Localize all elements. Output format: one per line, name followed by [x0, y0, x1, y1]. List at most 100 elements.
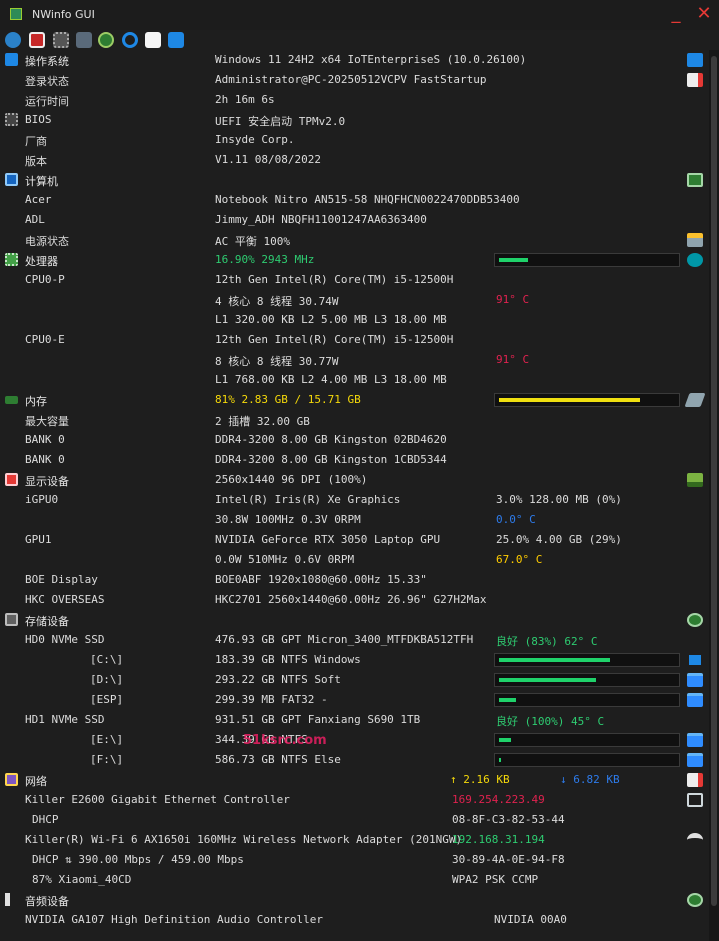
- memory-max-row[interactable]: 最大容量 2 插槽 32.00 GB: [0, 410, 719, 430]
- vendor-label: 厂商: [25, 135, 47, 148]
- display-row[interactable]: 显示设备 2560x1440 96 DPI (100%): [0, 470, 719, 490]
- monitor1-row[interactable]: BOE Display BOE0ABF 1920x1080@60.00Hz 15…: [0, 570, 719, 590]
- folder-icon[interactable]: [687, 673, 703, 687]
- chip-icon: [5, 113, 18, 126]
- network-card-icon[interactable]: [76, 32, 92, 48]
- memory-max-value: 2 插槽 32.00 GB: [215, 415, 310, 428]
- display-label: 显示设备: [25, 475, 69, 488]
- motherboard-icon[interactable]: [687, 173, 703, 187]
- power-value: AC 平衡 100%: [215, 235, 290, 248]
- clipboard-icon[interactable]: [145, 32, 161, 48]
- ethernet-dhcp-row[interactable]: DHCP 08-8F-C3-82-53-44: [0, 810, 719, 830]
- bank-row[interactable]: BANK 0 DDR4-3200 8.00 GB Kingston 02BD46…: [0, 430, 719, 450]
- network-row[interactable]: 网络 ↑ 2.16 KB ↓ 6.82 KB: [0, 770, 719, 790]
- gpu1-label: GPU1: [25, 533, 52, 546]
- info-icon[interactable]: [687, 53, 703, 67]
- igpu-row[interactable]: iGPU0 Intel(R) Iris(R) Xe Graphics 3.0% …: [0, 490, 719, 510]
- gpu1-power-row[interactable]: 0.0W 510MHz 0.6V 0RPM 67.0° C: [0, 550, 719, 570]
- cpu-p-row[interactable]: CPU0-P 12th Gen Intel(R) Core(TM) i5-125…: [0, 270, 719, 290]
- speaker-icon: [5, 893, 18, 906]
- volume-d-row[interactable]: [D:\] 293.22 GB NTFS Soft: [0, 670, 719, 690]
- computer-row[interactable]: 计算机: [0, 170, 719, 190]
- version-value: V1.11 08/08/2022: [215, 153, 321, 166]
- igpu-power-row[interactable]: 30.8W 100MHz 0.3V 0RPM 0.0° C: [0, 510, 719, 530]
- login-row[interactable]: 登录状态 Administrator@PC-20250512VCPV FastS…: [0, 70, 719, 90]
- gear-icon[interactable]: [687, 893, 703, 907]
- volume-c-value: 183.39 GB NTFS Windows: [215, 653, 361, 666]
- volume-f-row[interactable]: [F:\] 586.73 GB NTFS Else: [0, 750, 719, 770]
- os-label: 操作系统: [25, 55, 69, 68]
- volume-esp-value: 299.39 MB FAT32 -: [215, 693, 328, 706]
- cpu-e-cores-row[interactable]: 8 核心 8 线程 30.77W 91° C: [0, 350, 719, 370]
- hd1-label: HD1 NVMe SSD: [25, 713, 105, 726]
- wifi-ssid-row[interactable]: 87% Xiaomi_40CD WPA2 PSK CCMP: [0, 870, 719, 890]
- info-icon[interactable]: [168, 32, 184, 48]
- volume-c-row[interactable]: [C:\] 183.39 GB NTFS Windows: [0, 650, 719, 670]
- bios-row[interactable]: BIOS UEFI 安全启动 TPMv2.0: [0, 110, 719, 130]
- wifi-ssid: 87% Xiaomi_40CD: [32, 873, 132, 886]
- vendor-row[interactable]: 厂商 Insyde Corp.: [0, 130, 719, 150]
- monitor2-row[interactable]: HKC OVERSEAS HKC2701 2560x1440@60.00Hz 2…: [0, 590, 719, 610]
- gear-icon[interactable]: [98, 32, 114, 48]
- cpu-e-row[interactable]: CPU0-E 12th Gen Intel(R) Core(TM) i5-125…: [0, 330, 719, 350]
- wifi-icon[interactable]: [687, 833, 703, 847]
- memory-row[interactable]: 内存 81% 2.83 GB / 15.71 GB: [0, 390, 719, 410]
- cpu-e-cache-row[interactable]: L1 768.00 KB L2 4.00 MB L3 18.00 MB: [0, 370, 719, 390]
- volume-e-row[interactable]: [E:\] 344.39 GB NTFS: [0, 730, 719, 750]
- version-row[interactable]: 版本 V1.11 08/08/2022: [0, 150, 719, 170]
- globe-icon[interactable]: [5, 32, 21, 48]
- gear-icon[interactable]: [687, 613, 703, 627]
- user-block-icon[interactable]: [687, 73, 703, 87]
- power-row[interactable]: 电源状态 AC 平衡 100%: [0, 230, 719, 250]
- os-row[interactable]: 操作系统 Windows 11 24H2 x64 IoTEnterpriseS …: [0, 50, 719, 70]
- battery-icon[interactable]: [687, 233, 703, 247]
- speedometer-icon[interactable]: [687, 253, 703, 267]
- ethernet-row[interactable]: Killer E2600 Gigabit Ethernet Controller…: [0, 790, 719, 810]
- acer-label: Acer: [25, 193, 52, 206]
- volume-esp-row[interactable]: [ESP] 299.39 MB FAT32 -: [0, 690, 719, 710]
- wifi-row[interactable]: Killer(R) Wi-Fi 6 AX1650i 160MHz Wireles…: [0, 830, 719, 850]
- windows-icon[interactable]: [687, 653, 703, 667]
- hd0-row[interactable]: HD0 NVMe SSD 476.93 GB GPT Micron_3400_M…: [0, 630, 719, 650]
- close-button[interactable]: ✕: [693, 3, 715, 25]
- adl-row[interactable]: ADL Jimmy_ADH NBQFH11001247AA6363400: [0, 210, 719, 230]
- memory-value: 81% 2.83 GB / 15.71 GB: [215, 393, 361, 406]
- wifi-dhcp-label: DHCP ⇅ 390.00 Mbps / 459.00 Mbps: [32, 853, 244, 866]
- minimize-button[interactable]: _: [665, 3, 687, 25]
- cpu-p-temp: 91° C: [496, 293, 530, 306]
- cpu-e-cores: 8 核心 8 线程 30.77W: [215, 355, 339, 368]
- red-chip-icon[interactable]: [29, 32, 45, 48]
- igpu-label: iGPU0: [25, 493, 59, 506]
- uptime-row[interactable]: 运行时间 2h 16m 6s: [0, 90, 719, 110]
- folder-icon[interactable]: [687, 693, 703, 707]
- audio-device-row[interactable]: NVIDIA GA107 High Definition Audio Contr…: [0, 910, 719, 930]
- chip-icon[interactable]: [53, 32, 69, 48]
- scrollbar[interactable]: [709, 50, 719, 941]
- volume-d-value: 293.22 GB NTFS Soft: [215, 673, 341, 686]
- bank-row[interactable]: BANK 0 DDR4-3200 8.00 GB Kingston 1CBD53…: [0, 450, 719, 470]
- refresh-icon[interactable]: [122, 32, 138, 48]
- bios-value: UEFI 安全启动 TPMv2.0: [215, 115, 346, 128]
- bios-label: BIOS: [25, 113, 52, 126]
- monitor-icon[interactable]: [687, 793, 703, 807]
- cpu-e-cache: L1 768.00 KB L2 4.00 MB L3 18.00 MB: [215, 373, 447, 386]
- cpu-p-cores-row[interactable]: 4 核心 8 线程 30.74W 91° C: [0, 290, 719, 310]
- gpu1-temp: 67.0° C: [496, 553, 543, 566]
- cpu-row[interactable]: 处理器 16.90% 2943 MHz: [0, 250, 719, 270]
- scrollbar-thumb[interactable]: [711, 56, 717, 906]
- folder-icon[interactable]: [687, 753, 703, 767]
- landscape-icon[interactable]: [687, 473, 703, 487]
- acer-row[interactable]: Acer Notebook Nitro AN515-58 NHQFHCN0022…: [0, 190, 719, 210]
- app-icon: [10, 8, 22, 20]
- storage-row[interactable]: 存储设备: [0, 610, 719, 630]
- gpu-icon: [5, 473, 18, 486]
- gpu1-row[interactable]: GPU1 NVIDIA GeForce RTX 3050 Laptop GPU …: [0, 530, 719, 550]
- folder-icon[interactable]: [687, 733, 703, 747]
- hd1-row[interactable]: HD1 NVMe SSD 931.51 GB GPT Fanxiang S690…: [0, 710, 719, 730]
- user-block-icon[interactable]: [687, 773, 703, 787]
- audio-row[interactable]: 音频设备: [0, 890, 719, 910]
- rocket-icon[interactable]: [684, 393, 706, 407]
- cpu-p-cache-row[interactable]: L1 320.00 KB L2 5.00 MB L3 18.00 MB: [0, 310, 719, 330]
- hd0-health: 良好 (83%) 62° C: [496, 635, 598, 648]
- wifi-dhcp-row[interactable]: DHCP ⇅ 390.00 Mbps / 459.00 Mbps 30-89-4…: [0, 850, 719, 870]
